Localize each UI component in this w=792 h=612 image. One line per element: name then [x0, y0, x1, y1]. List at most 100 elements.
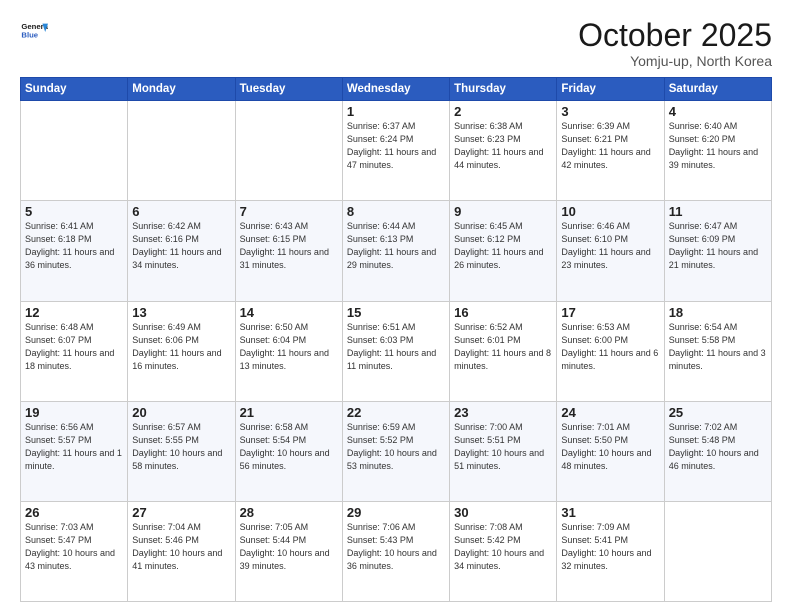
day-number: 21	[240, 405, 338, 420]
header: General Blue October 2025 Yomju-up, Nort…	[20, 18, 772, 69]
day-number: 14	[240, 305, 338, 320]
day-cell-3-2: 21Sunrise: 6:58 AM Sunset: 5:54 PM Dayli…	[235, 401, 342, 501]
day-info: Sunrise: 6:56 AM Sunset: 5:57 PM Dayligh…	[25, 421, 123, 473]
day-info: Sunrise: 7:03 AM Sunset: 5:47 PM Dayligh…	[25, 521, 123, 573]
day-cell-4-5: 31Sunrise: 7:09 AM Sunset: 5:41 PM Dayli…	[557, 501, 664, 601]
day-cell-0-0	[21, 101, 128, 201]
day-number: 19	[25, 405, 123, 420]
day-cell-2-6: 18Sunrise: 6:54 AM Sunset: 5:58 PM Dayli…	[664, 301, 771, 401]
day-info: Sunrise: 6:43 AM Sunset: 6:15 PM Dayligh…	[240, 220, 338, 272]
day-cell-3-5: 24Sunrise: 7:01 AM Sunset: 5:50 PM Dayli…	[557, 401, 664, 501]
day-number: 20	[132, 405, 230, 420]
day-info: Sunrise: 6:44 AM Sunset: 6:13 PM Dayligh…	[347, 220, 445, 272]
day-number: 8	[347, 204, 445, 219]
day-number: 24	[561, 405, 659, 420]
col-monday: Monday	[128, 78, 235, 101]
day-cell-2-5: 17Sunrise: 6:53 AM Sunset: 6:00 PM Dayli…	[557, 301, 664, 401]
day-number: 1	[347, 104, 445, 119]
day-info: Sunrise: 6:38 AM Sunset: 6:23 PM Dayligh…	[454, 120, 552, 172]
day-info: Sunrise: 6:47 AM Sunset: 6:09 PM Dayligh…	[669, 220, 767, 272]
logo: General Blue	[20, 18, 52, 46]
col-friday: Friday	[557, 78, 664, 101]
week-row-3: 12Sunrise: 6:48 AM Sunset: 6:07 PM Dayli…	[21, 301, 772, 401]
title-block: October 2025 Yomju-up, North Korea	[578, 18, 772, 69]
day-cell-0-5: 3Sunrise: 6:39 AM Sunset: 6:21 PM Daylig…	[557, 101, 664, 201]
day-number: 30	[454, 505, 552, 520]
day-cell-1-0: 5Sunrise: 6:41 AM Sunset: 6:18 PM Daylig…	[21, 201, 128, 301]
day-cell-0-3: 1Sunrise: 6:37 AM Sunset: 6:24 PM Daylig…	[342, 101, 449, 201]
day-number: 15	[347, 305, 445, 320]
day-info: Sunrise: 7:00 AM Sunset: 5:51 PM Dayligh…	[454, 421, 552, 473]
week-row-1: 1Sunrise: 6:37 AM Sunset: 6:24 PM Daylig…	[21, 101, 772, 201]
day-info: Sunrise: 7:01 AM Sunset: 5:50 PM Dayligh…	[561, 421, 659, 473]
day-cell-3-3: 22Sunrise: 6:59 AM Sunset: 5:52 PM Dayli…	[342, 401, 449, 501]
day-number: 31	[561, 505, 659, 520]
day-number: 16	[454, 305, 552, 320]
day-info: Sunrise: 6:49 AM Sunset: 6:06 PM Dayligh…	[132, 321, 230, 373]
day-info: Sunrise: 6:57 AM Sunset: 5:55 PM Dayligh…	[132, 421, 230, 473]
location: Yomju-up, North Korea	[578, 53, 772, 69]
day-number: 18	[669, 305, 767, 320]
day-cell-4-6	[664, 501, 771, 601]
day-cell-0-4: 2Sunrise: 6:38 AM Sunset: 6:23 PM Daylig…	[450, 101, 557, 201]
day-cell-2-2: 14Sunrise: 6:50 AM Sunset: 6:04 PM Dayli…	[235, 301, 342, 401]
day-cell-4-2: 28Sunrise: 7:05 AM Sunset: 5:44 PM Dayli…	[235, 501, 342, 601]
day-number: 4	[669, 104, 767, 119]
col-sunday: Sunday	[21, 78, 128, 101]
day-number: 13	[132, 305, 230, 320]
day-number: 7	[240, 204, 338, 219]
day-info: Sunrise: 6:40 AM Sunset: 6:20 PM Dayligh…	[669, 120, 767, 172]
page: General Blue October 2025 Yomju-up, Nort…	[0, 0, 792, 612]
day-info: Sunrise: 7:02 AM Sunset: 5:48 PM Dayligh…	[669, 421, 767, 473]
calendar-table: Sunday Monday Tuesday Wednesday Thursday…	[20, 77, 772, 602]
day-info: Sunrise: 6:48 AM Sunset: 6:07 PM Dayligh…	[25, 321, 123, 373]
day-number: 23	[454, 405, 552, 420]
day-number: 29	[347, 505, 445, 520]
day-info: Sunrise: 7:06 AM Sunset: 5:43 PM Dayligh…	[347, 521, 445, 573]
day-cell-0-6: 4Sunrise: 6:40 AM Sunset: 6:20 PM Daylig…	[664, 101, 771, 201]
day-number: 2	[454, 104, 552, 119]
col-wednesday: Wednesday	[342, 78, 449, 101]
col-saturday: Saturday	[664, 78, 771, 101]
day-info: Sunrise: 7:08 AM Sunset: 5:42 PM Dayligh…	[454, 521, 552, 573]
day-info: Sunrise: 6:39 AM Sunset: 6:21 PM Dayligh…	[561, 120, 659, 172]
day-cell-0-2	[235, 101, 342, 201]
day-number: 12	[25, 305, 123, 320]
day-number: 25	[669, 405, 767, 420]
day-cell-3-0: 19Sunrise: 6:56 AM Sunset: 5:57 PM Dayli…	[21, 401, 128, 501]
day-info: Sunrise: 6:53 AM Sunset: 6:00 PM Dayligh…	[561, 321, 659, 373]
logo-icon: General Blue	[20, 18, 48, 46]
day-number: 11	[669, 204, 767, 219]
day-cell-1-2: 7Sunrise: 6:43 AM Sunset: 6:15 PM Daylig…	[235, 201, 342, 301]
days-header-row: Sunday Monday Tuesday Wednesday Thursday…	[21, 78, 772, 101]
day-number: 22	[347, 405, 445, 420]
day-cell-3-6: 25Sunrise: 7:02 AM Sunset: 5:48 PM Dayli…	[664, 401, 771, 501]
day-info: Sunrise: 6:50 AM Sunset: 6:04 PM Dayligh…	[240, 321, 338, 373]
day-number: 27	[132, 505, 230, 520]
day-cell-4-1: 27Sunrise: 7:04 AM Sunset: 5:46 PM Dayli…	[128, 501, 235, 601]
day-number: 3	[561, 104, 659, 119]
day-info: Sunrise: 6:41 AM Sunset: 6:18 PM Dayligh…	[25, 220, 123, 272]
day-number: 6	[132, 204, 230, 219]
day-number: 26	[25, 505, 123, 520]
day-info: Sunrise: 6:37 AM Sunset: 6:24 PM Dayligh…	[347, 120, 445, 172]
day-info: Sunrise: 6:54 AM Sunset: 5:58 PM Dayligh…	[669, 321, 767, 373]
day-cell-1-3: 8Sunrise: 6:44 AM Sunset: 6:13 PM Daylig…	[342, 201, 449, 301]
day-cell-0-1	[128, 101, 235, 201]
day-number: 28	[240, 505, 338, 520]
day-cell-3-4: 23Sunrise: 7:00 AM Sunset: 5:51 PM Dayli…	[450, 401, 557, 501]
day-cell-2-0: 12Sunrise: 6:48 AM Sunset: 6:07 PM Dayli…	[21, 301, 128, 401]
day-number: 5	[25, 204, 123, 219]
day-info: Sunrise: 7:05 AM Sunset: 5:44 PM Dayligh…	[240, 521, 338, 573]
col-tuesday: Tuesday	[235, 78, 342, 101]
day-info: Sunrise: 6:51 AM Sunset: 6:03 PM Dayligh…	[347, 321, 445, 373]
week-row-5: 26Sunrise: 7:03 AM Sunset: 5:47 PM Dayli…	[21, 501, 772, 601]
day-cell-2-3: 15Sunrise: 6:51 AM Sunset: 6:03 PM Dayli…	[342, 301, 449, 401]
week-row-2: 5Sunrise: 6:41 AM Sunset: 6:18 PM Daylig…	[21, 201, 772, 301]
day-info: Sunrise: 6:59 AM Sunset: 5:52 PM Dayligh…	[347, 421, 445, 473]
day-cell-4-4: 30Sunrise: 7:08 AM Sunset: 5:42 PM Dayli…	[450, 501, 557, 601]
day-info: Sunrise: 7:04 AM Sunset: 5:46 PM Dayligh…	[132, 521, 230, 573]
day-cell-4-3: 29Sunrise: 7:06 AM Sunset: 5:43 PM Dayli…	[342, 501, 449, 601]
week-row-4: 19Sunrise: 6:56 AM Sunset: 5:57 PM Dayli…	[21, 401, 772, 501]
day-number: 17	[561, 305, 659, 320]
